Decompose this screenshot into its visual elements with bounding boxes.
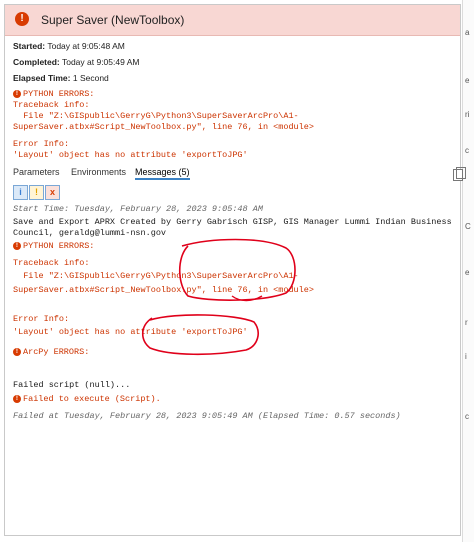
message-arcpy-errors: ! ArcPy ERRORS: [13, 347, 89, 358]
error-icon: ! [13, 394, 21, 403]
completed-label: Completed: [13, 57, 60, 67]
message-python-errors: ! PYTHON ERRORS: [13, 241, 94, 252]
bg-text-fragment: i [465, 352, 467, 361]
bg-text-fragment: c [465, 412, 469, 421]
summary-error-message: 'Layout' object has no attribute 'export… [13, 150, 248, 160]
popup-title: Super Saver (NewToolbox) [41, 13, 185, 27]
message-python-errors-text: PYTHON ERRORS: [23, 241, 95, 251]
message-error-info: Error Info: [13, 314, 70, 324]
popup-header: ! Super Saver (NewToolbox) [5, 5, 460, 36]
warning-icon: ! [35, 187, 38, 197]
error-icon: ! [15, 12, 29, 26]
error-icon: ! [13, 241, 21, 250]
message-arcpy-errors-text: ArcPy ERRORS: [23, 347, 90, 357]
message-file-line2: SuperSaver.atbx#Script_NewToolbox.py", l… [13, 285, 314, 295]
summary-file-line1: File "Z:\GISpublic\GerryG\Python3\SuperS… [13, 111, 299, 121]
summary-error-info: Error Info: [13, 139, 70, 149]
error-icon: ! [13, 89, 21, 98]
error-icon: ! [13, 347, 21, 356]
message-failed-at: Failed at Tuesday, February 28, 2023 9:0… [13, 411, 401, 421]
bg-text-fragment: r [465, 318, 468, 327]
bg-text-fragment: C [465, 222, 471, 231]
copy-icon[interactable] [453, 167, 466, 181]
warning-filter-button[interactable]: ! [29, 185, 44, 200]
tab-environments[interactable]: Environments [71, 167, 126, 177]
error-filter-button[interactable]: x [45, 185, 60, 200]
message-file-line1: File "Z:\GISpublic\GerryG\Python3\SuperS… [13, 271, 299, 281]
completed-value: Today at 9:05:49 AM [61, 57, 140, 67]
background-window-edge: a e ri c C e r i c [462, 0, 474, 542]
summary-python-errors: ! PYTHON ERRORS: [13, 89, 94, 100]
bg-text-fragment: c [465, 146, 469, 155]
message-traceback: Traceback info: [13, 258, 90, 268]
summary-traceback: Traceback info: [13, 100, 90, 110]
elapsed-label: Elapsed Time: [13, 73, 71, 83]
tab-bar: Parameters Environments Messages (5) [11, 167, 451, 181]
message-failed-script: Failed script (null)... [13, 380, 131, 390]
message-failed-execute-text: Failed to execute (Script). [23, 394, 161, 404]
message-failed-execute: ! Failed to execute (Script). [13, 394, 161, 405]
bg-text-fragment: e [465, 76, 470, 85]
tab-parameters[interactable]: Parameters [13, 167, 60, 177]
summary-file-line2: SuperSaver.atbx#Script_NewToolbox.py", l… [13, 122, 314, 132]
bg-text-fragment: e [465, 268, 470, 277]
tab-messages[interactable]: Messages (5) [135, 167, 190, 180]
info-filter-button[interactable]: i [13, 185, 28, 200]
started-row: Started: Today at 9:05:48 AM [13, 41, 125, 51]
completed-row: Completed: Today at 9:05:49 AM [13, 57, 139, 67]
error-icon: x [49, 187, 55, 197]
message-error-text: 'Layout' object has no attribute 'export… [13, 327, 248, 337]
bg-text-fragment: ri [465, 110, 470, 119]
summary-python-errors-text: PYTHON ERRORS: [23, 89, 95, 99]
started-label: Started: [13, 41, 46, 51]
message-save-line1: Save and Export APRX Created by Gerry Ga… [13, 217, 452, 227]
elapsed-row: Elapsed Time: 1 Second [13, 73, 109, 83]
info-icon: i [19, 187, 22, 197]
message-start-time: Start Time: Tuesday, February 28, 2023 9… [13, 204, 263, 214]
elapsed-value: 1 Second [72, 73, 109, 83]
geoprocessing-result-popup: ! Super Saver (NewToolbox) Started: Toda… [4, 4, 466, 536]
started-value: Today at 9:05:48 AM [47, 41, 125, 51]
bg-text-fragment: a [465, 28, 470, 37]
message-save-line2: Council, geraldg@lummi-nsn.gov [13, 228, 167, 238]
